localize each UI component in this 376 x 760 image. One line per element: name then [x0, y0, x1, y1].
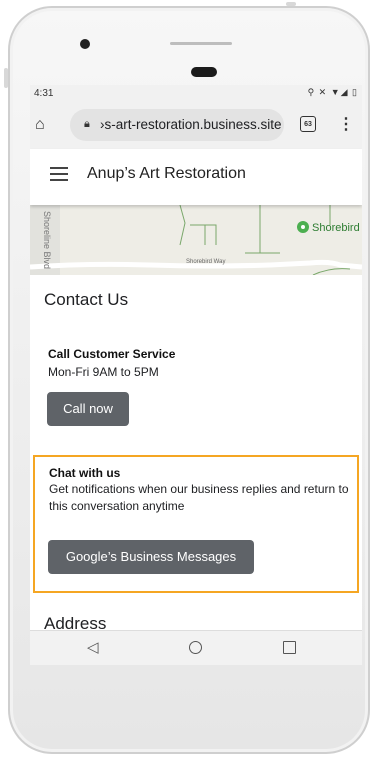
phone-screen: 4:31 ⚲ ✕ ▼◢ ▯ ⌂ 🔒︎ ›s-art-restoration.bu… [30, 85, 362, 665]
tab-switcher-button[interactable]: 63 [300, 116, 316, 132]
call-now-button[interactable]: Call now [47, 392, 129, 426]
android-nav-bar: ◁ [30, 630, 362, 665]
home-circle-icon[interactable] [189, 641, 202, 654]
lock-icon: 🔒︎ [84, 118, 90, 130]
customer-service-hours: Mon-Fri 9AM to 5PM [48, 365, 159, 379]
hamburger-menu-icon[interactable] [50, 167, 68, 181]
site-title: Anup’s Art Restoration [87, 165, 246, 182]
customer-service-title: Call Customer Service [48, 347, 176, 361]
volume-button [286, 2, 296, 6]
map-road-label-bottom: Shorebird Way [186, 259, 225, 265]
address-bar[interactable]: 🔒︎ ›s-art-restoration.business.site [70, 109, 284, 141]
power-button [4, 68, 8, 88]
url-text: ›s-art-restoration.business.site [100, 117, 282, 132]
map-graphic: Shorebird Shorebird Way Shoreline Blvd [30, 205, 362, 275]
chat-title: Chat with us [49, 466, 121, 480]
browser-toolbar: ⌂ 🔒︎ ›s-art-restoration.business.site 63… [30, 101, 362, 149]
business-messages-button[interactable]: Google’s Business Messages [48, 540, 254, 574]
front-camera [80, 39, 90, 49]
status-icons: ⚲ ✕ ▼◢ ▯ [307, 87, 358, 97]
map-preview[interactable]: Shorebird Shorebird Way Shoreline Blvd [30, 205, 362, 275]
overflow-menu-icon[interactable]: ⋮ [338, 114, 354, 134]
earpiece-speaker [170, 42, 232, 45]
home-icon[interactable]: ⌂ [35, 116, 45, 134]
map-road-label-vertical: Shoreline Blvd [42, 211, 52, 269]
map-pin-icon [297, 221, 309, 233]
site-header: Anup’s Art Restoration [30, 149, 362, 205]
status-time: 4:31 [34, 88, 54, 99]
recents-square-icon[interactable] [283, 641, 296, 654]
contact-heading: Contact Us [44, 290, 129, 309]
back-icon[interactable]: ◁ [87, 638, 99, 656]
map-place-label: Shorebird [312, 222, 360, 234]
chat-with-us-card: Chat with us Get notifications when our … [33, 455, 359, 593]
status-bar: 4:31 ⚲ ✕ ▼◢ ▯ [30, 85, 362, 101]
chat-description: Get notifications when our business repl… [49, 482, 349, 513]
proximity-sensor [191, 67, 217, 77]
